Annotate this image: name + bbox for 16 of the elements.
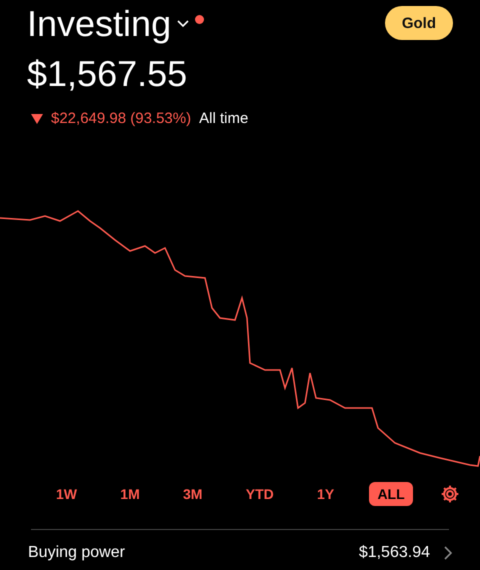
range-tab[interactable]: 1W bbox=[48, 482, 85, 506]
buying-power-value: $1,563.94 bbox=[358, 544, 430, 562]
settings-icon[interactable] bbox=[440, 484, 460, 504]
range-tab[interactable]: YTD bbox=[238, 482, 282, 506]
membership-button[interactable]: Gold bbox=[384, 6, 453, 40]
page-title[interactable]: Investing bbox=[27, 2, 172, 46]
chevron-down-icon[interactable] bbox=[177, 20, 190, 28]
range-tab[interactable]: 3M bbox=[175, 482, 210, 506]
chevron-right-icon[interactable] bbox=[444, 546, 452, 560]
range-tab[interactable]: 1Y bbox=[309, 482, 342, 506]
range-tab[interactable]: ALL bbox=[369, 482, 413, 506]
change-amount: $22,649.98 (93.53%) bbox=[51, 110, 192, 127]
range-tab[interactable]: 1M bbox=[112, 482, 148, 506]
period-label: All time bbox=[199, 110, 248, 127]
buying-power-label: Buying power bbox=[28, 544, 126, 562]
portfolio-value: $1,567.55 bbox=[26, 52, 188, 96]
